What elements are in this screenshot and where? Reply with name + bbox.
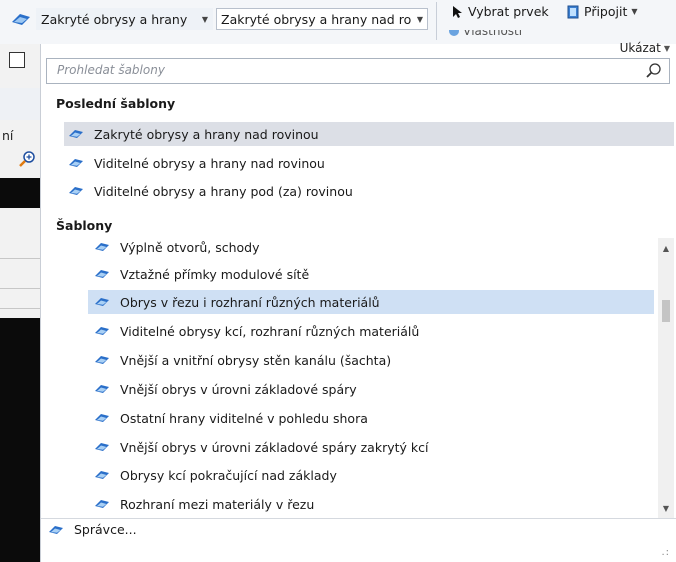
template-icon xyxy=(69,159,83,167)
background-divider xyxy=(0,308,40,309)
cursor-arrow-icon xyxy=(453,5,462,18)
select-element-label: Vybrat prvek xyxy=(468,4,549,19)
template-manager-button[interactable]: Správce... xyxy=(48,522,137,537)
template-icon xyxy=(95,243,109,251)
template-list-item[interactable]: Výplně otvorů, schody xyxy=(88,235,654,259)
background-band xyxy=(0,88,40,120)
chevron-down-icon: ▼ xyxy=(631,7,638,16)
scroll-down-arrow-icon[interactable]: ▼ xyxy=(658,502,674,514)
background-divider xyxy=(0,258,40,259)
zoom-in-icon[interactable] xyxy=(18,150,36,168)
properties-icon xyxy=(449,30,459,36)
template-label: Vnější a vnitřní obrysy stěn kanálu (šac… xyxy=(120,352,392,368)
background-dark-area xyxy=(0,318,40,562)
template-combo-value: Zakryté obrysy a hrany nad ro xyxy=(221,11,412,27)
template-list-item[interactable]: Ostatní hrany viditelné v pohledu shora xyxy=(88,406,654,430)
template-icon xyxy=(49,525,63,534)
attach-button[interactable]: Připojit ▼ xyxy=(566,4,638,19)
resize-grip-icon[interactable]: .: xyxy=(661,547,670,558)
recent-template-item[interactable]: Zakryté obrysy a hrany nad rovinou xyxy=(64,122,674,146)
template-icon xyxy=(95,356,109,364)
popup-footer-divider xyxy=(41,518,676,519)
template-icon xyxy=(95,270,109,278)
chevron-down-icon: ▼ xyxy=(416,14,423,24)
template-combo[interactable]: Zakryté obrysy a hrany nad ro ▼ xyxy=(216,8,428,30)
background-divider xyxy=(0,288,40,289)
template-label: Obrysy kcí pokračující nad základy xyxy=(120,467,337,483)
show-label: Ukázat xyxy=(619,41,661,55)
template-list-scrollbar[interactable]: ▲ ▼ xyxy=(658,238,674,518)
template-label: Rozhraní mezi materiály v řezu xyxy=(120,496,315,512)
properties-button[interactable]: Vlastnosti xyxy=(449,30,589,42)
template-label: Vnější obrys v úrovni základové spáry za… xyxy=(120,439,429,455)
chevron-down-icon: ▼ xyxy=(201,14,208,24)
template-icon xyxy=(95,298,109,306)
template-label: Obrys v řezu i rozhraní různých materiál… xyxy=(120,294,380,310)
template-list-item[interactable]: Vnější obrys v úrovni základové spáry za… xyxy=(88,435,654,459)
recent-template-label: Viditelné obrysy a hrany pod (za) rovino… xyxy=(94,183,353,199)
select-element-button[interactable]: Vybrat prvek xyxy=(452,4,549,19)
chevron-down-icon: ▼ xyxy=(663,43,670,53)
templates-heading: Šablony xyxy=(56,218,113,233)
template-icon xyxy=(69,130,83,138)
search-icon[interactable] xyxy=(645,62,663,80)
active-style-value: Zakryté obrysy a hrany xyxy=(41,11,188,27)
element-template-icon[interactable] xyxy=(10,10,32,28)
template-icon xyxy=(95,471,109,479)
recent-template-label: Viditelné obrysy a hrany nad rovinou xyxy=(94,155,325,171)
template-icon xyxy=(95,414,109,422)
scrollbar-thumb[interactable] xyxy=(662,300,670,322)
template-label: Vnější obrys v úrovni základové spáry xyxy=(120,381,357,397)
attach-label: Připojit xyxy=(584,4,628,19)
recent-templates-heading: Poslední šablony xyxy=(56,96,176,111)
template-manager-label: Správce... xyxy=(74,522,137,537)
template-icon xyxy=(95,443,109,451)
recent-template-item[interactable]: Viditelné obrysy a hrany pod (za) rovino… xyxy=(64,179,674,203)
attach-document-icon xyxy=(567,5,579,18)
background-checkbox[interactable] xyxy=(9,52,25,68)
template-list-item[interactable]: Vnější obrys v úrovni základové spáry xyxy=(88,377,654,401)
template-icon xyxy=(69,187,83,195)
template-list-item[interactable]: Vztažné přímky modulové sítě xyxy=(88,262,654,286)
template-label: Vztažné přímky modulové sítě xyxy=(120,266,310,282)
template-search-field[interactable]: Prohledat šablony xyxy=(46,58,670,84)
active-style-combo[interactable]: Zakryté obrysy a hrany ▼ xyxy=(36,8,213,30)
template-label: Ostatní hrany viditelné v pohledu shora xyxy=(120,410,368,426)
template-list-item[interactable]: Obrysy kcí pokračující nad základy xyxy=(88,463,654,487)
recent-template-item[interactable]: Viditelné obrysy a hrany nad rovinou xyxy=(64,151,674,175)
scroll-up-arrow-icon[interactable]: ▲ xyxy=(658,242,674,254)
template-list-item[interactable]: Vnější a vnitřní obrysy stěn kanálu (šac… xyxy=(88,348,654,372)
top-toolbar: Zakryté obrysy a hrany ▼ Zakryté obrysy … xyxy=(0,0,676,45)
template-label: Viditelné obrysy kcí, rozhraní různých m… xyxy=(120,323,420,339)
template-list-item[interactable]: Obrys v řezu i rozhraní různých materiál… xyxy=(88,290,654,314)
template-icon xyxy=(95,500,109,508)
template-icon xyxy=(95,385,109,393)
show-menu-button[interactable]: Ukázat ▼ xyxy=(620,41,670,55)
toolbar-divider xyxy=(436,2,437,40)
search-placeholder: Prohledat šablony xyxy=(57,63,165,77)
template-list-item[interactable]: Viditelné obrysy kcí, rozhraní různých m… xyxy=(88,319,654,343)
background-dark-area xyxy=(0,178,40,208)
properties-label: Vlastnosti xyxy=(463,30,523,38)
template-label: Výplně otvorů, schody xyxy=(120,239,260,255)
background-label: ní xyxy=(2,128,14,143)
template-icon xyxy=(95,327,109,335)
recent-template-label: Zakryté obrysy a hrany nad rovinou xyxy=(94,126,319,142)
template-list-item[interactable]: Rozhraní mezi materiály v řezu xyxy=(88,492,654,516)
